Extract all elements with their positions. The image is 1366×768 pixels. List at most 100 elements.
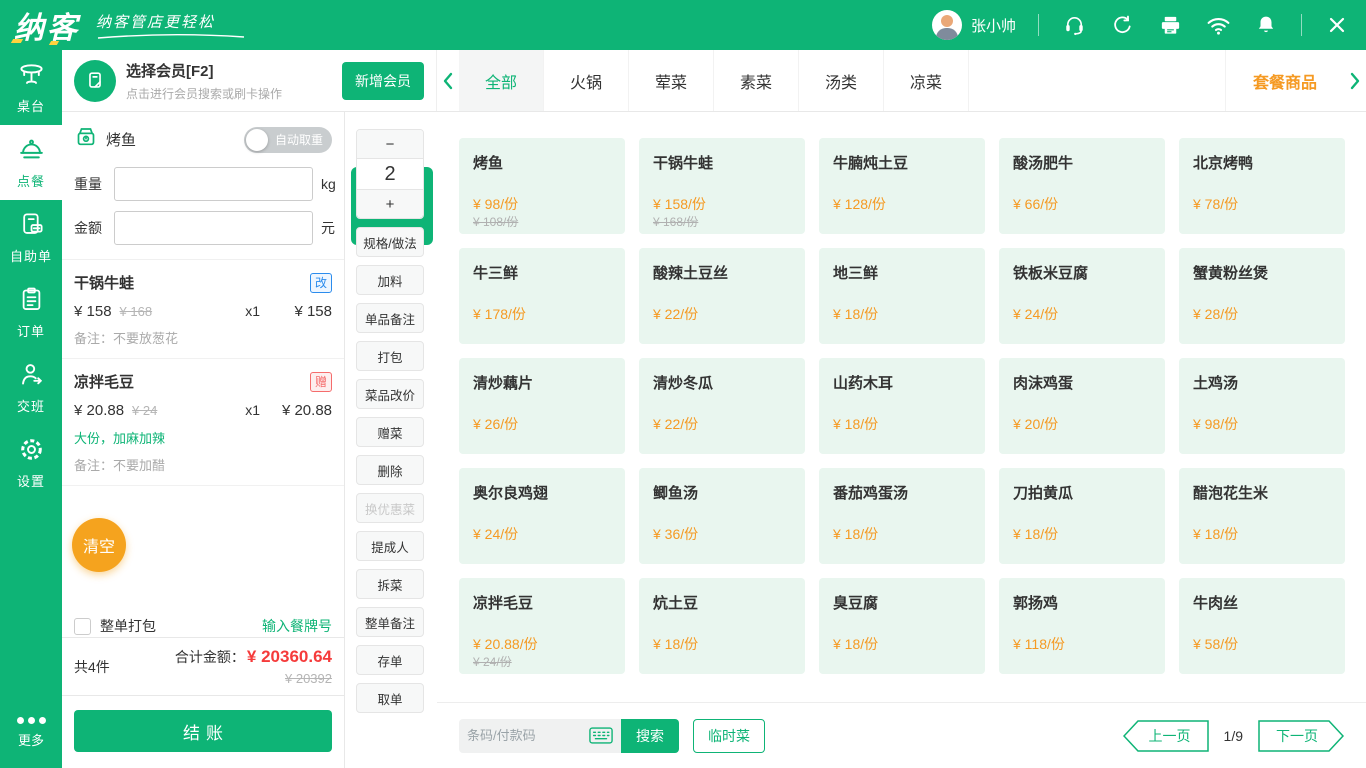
add-member-button[interactable]: 新增会员 [342, 62, 424, 100]
menu-card[interactable]: 蟹黄粉丝煲¥ 28/份 [1179, 248, 1345, 344]
order-item[interactable]: 凉拌毛豆 赠 ¥ 20.88 ¥ 24 x1 ¥ 20.88 大份，加麻加辣 备… [62, 359, 344, 486]
cloud-sync-icon[interactable] [1109, 12, 1135, 38]
notification-bell-icon[interactable] [1253, 12, 1279, 38]
sidebar-item-tables[interactable]: 桌台 [0, 50, 62, 125]
dish-name: 牛肉丝 [1193, 592, 1331, 613]
menu-card[interactable]: 番茄鸡蛋汤¥ 18/份 [819, 468, 985, 564]
menu-card[interactable]: 臭豆腐¥ 18/份 [819, 578, 985, 674]
tab-combo-products[interactable]: 套餐商品 [1226, 50, 1344, 111]
dish-orig-price: ¥ 24/份 [473, 653, 512, 670]
sidebar-item-more[interactable]: 更多 [0, 698, 62, 768]
retrieve-order-button[interactable]: 取单 [356, 683, 424, 713]
dish-name: 土鸡汤 [1193, 372, 1331, 393]
cloche-icon [18, 136, 45, 166]
item-count: 共4件 [74, 657, 110, 677]
menu-card[interactable]: 土鸡汤¥ 98/份 [1179, 358, 1345, 454]
pack-button[interactable]: 打包 [356, 341, 424, 371]
gear-icon [18, 436, 45, 466]
menu-card[interactable]: 刀拍黄瓜¥ 18/份 [999, 468, 1165, 564]
menu-card[interactable]: 牛腩炖土豆¥ 128/份 [819, 138, 985, 234]
menu-card[interactable]: 山药木耳¥ 18/份 [819, 358, 985, 454]
menu-card[interactable]: 北京烤鸭¥ 78/份 [1179, 138, 1345, 234]
clear-order-button[interactable]: 清空 [72, 518, 126, 572]
menu-card[interactable]: 地三鲜¥ 18/份 [819, 248, 985, 344]
menu-card[interactable]: 郭扬鸡¥ 118/份 [999, 578, 1165, 674]
commission-person-button[interactable]: 提成人 [356, 531, 424, 561]
save-order-button[interactable]: 存单 [356, 645, 424, 675]
member-texts[interactable]: 选择会员[F2] 点击进行会员搜索或刷卡操作 [126, 60, 282, 102]
delete-button[interactable]: 删除 [356, 455, 424, 485]
tab-vegetable[interactable]: 素菜 [714, 50, 799, 111]
menu-card[interactable]: 凉拌毛豆¥ 20.88/份¥ 24/份 [459, 578, 625, 674]
quantity-stepper: − 2 + [356, 129, 424, 219]
menu-card[interactable]: 酸汤肥牛¥ 66/份 [999, 138, 1165, 234]
tab-soup[interactable]: 汤类 [799, 50, 884, 111]
menu-card[interactable]: 干锅牛蛙¥ 158/份¥ 168/份 [639, 138, 805, 234]
qty-value: 2 [357, 158, 423, 190]
menu-card[interactable]: 牛三鲜¥ 178/份 [459, 248, 625, 344]
tabs-scroll-left-icon[interactable] [437, 50, 459, 111]
next-page-button[interactable]: 下一页 [1258, 720, 1344, 752]
tabs-scroll-right-icon[interactable] [1344, 50, 1366, 111]
tab-cold[interactable]: 凉菜 [884, 50, 969, 111]
menu-card[interactable]: 醋泡花生米¥ 18/份 [1179, 468, 1345, 564]
sidebar-item-ordering[interactable]: 点餐 [0, 125, 62, 200]
menu-card[interactable]: 肉沫鸡蛋¥ 20/份 [999, 358, 1165, 454]
item-note-button[interactable]: 单品备注 [356, 303, 424, 333]
close-icon[interactable] [1324, 12, 1350, 38]
gift-dish-button[interactable]: 赠菜 [356, 417, 424, 447]
dish-price: ¥ 18/份 [833, 304, 878, 324]
tab-all[interactable]: 全部 [459, 50, 544, 111]
printer-icon[interactable] [1157, 12, 1183, 38]
search-button[interactable]: 搜索 [621, 719, 679, 753]
menu-card[interactable]: 奥尔良鸡翅¥ 24/份 [459, 468, 625, 564]
menu-grid: 烤鱼¥ 98/份¥ 108/份 干锅牛蛙¥ 158/份¥ 168/份 牛腩炖土豆… [437, 112, 1366, 702]
auto-weigh-toggle[interactable]: 自动取重 [244, 127, 332, 153]
keyboard-icon[interactable] [589, 727, 613, 744]
support-headset-icon[interactable] [1061, 12, 1087, 38]
barcode-input[interactable] [467, 728, 589, 743]
order-item-name: 凉拌毛豆 [74, 371, 134, 392]
split-dish-button[interactable]: 拆菜 [356, 569, 424, 599]
prev-page-button[interactable]: 上一页 [1123, 720, 1209, 752]
menu-area: 烤鱼¥ 98/份¥ 108/份 干锅牛蛙¥ 158/份¥ 168/份 牛腩炖土豆… [437, 112, 1366, 768]
weight-label: 重量 [74, 174, 106, 194]
page-indicator: 1/9 [1224, 728, 1243, 744]
add-ingredient-button[interactable]: 加料 [356, 265, 424, 295]
menu-card[interactable]: 炕土豆¥ 18/份 [639, 578, 805, 674]
dish-name: 清炒冬瓜 [653, 372, 791, 393]
tab-hotpot[interactable]: 火锅 [544, 50, 629, 111]
member-section[interactable]: 选择会员[F2] 点击进行会员搜索或刷卡操作 新增会员 [62, 50, 437, 111]
sidebar-item-orders[interactable]: 订单 [0, 275, 62, 350]
dish-price: ¥ 20.88/份 [473, 634, 538, 654]
sidebar-item-shift[interactable]: 交班 [0, 350, 62, 425]
table-icon [18, 61, 45, 91]
wifi-icon[interactable] [1205, 12, 1231, 38]
menu-card[interactable]: 清炒藕片¥ 26/份 [459, 358, 625, 454]
spec-method-button[interactable]: 规格/做法 [356, 227, 424, 257]
menu-card[interactable]: 烤鱼¥ 98/份¥ 108/份 [459, 138, 625, 234]
sidebar-item-selfservice[interactable]: 自助单 [0, 200, 62, 275]
qty-minus-button[interactable]: − [357, 130, 423, 158]
order-note-button[interactable]: 整单备注 [356, 607, 424, 637]
user-chip[interactable]: 张小帅 [932, 10, 1016, 40]
checkout-button[interactable]: 结账 [74, 710, 332, 752]
pack-whole-order-checkbox[interactable] [74, 618, 91, 635]
tab-meat[interactable]: 荤菜 [629, 50, 714, 111]
amount-input[interactable] [114, 211, 313, 245]
order-item[interactable]: 干锅牛蛙 改 ¥ 158 ¥ 168 x1 ¥ 158 备注：不要放葱花 [62, 260, 344, 359]
enter-table-number-link[interactable]: 输入餐牌号 [262, 616, 332, 636]
temp-dish-button[interactable]: 临时菜 [693, 719, 765, 753]
weight-input[interactable] [114, 167, 313, 201]
order-item-price: ¥ 20.88 [74, 402, 124, 419]
menu-card[interactable]: 牛肉丝¥ 58/份 [1179, 578, 1345, 674]
change-price-button[interactable]: 菜品改价 [356, 379, 424, 409]
menu-card[interactable]: 酸辣土豆丝¥ 22/份 [639, 248, 805, 344]
menu-card[interactable]: 铁板米豆腐¥ 24/份 [999, 248, 1165, 344]
qty-plus-button[interactable]: + [357, 190, 423, 218]
menu-card[interactable]: 鲫鱼汤¥ 36/份 [639, 468, 805, 564]
sidebar-item-settings[interactable]: 设置 [0, 425, 62, 500]
scale-icon [74, 125, 98, 154]
dish-name: 郭扬鸡 [1013, 592, 1151, 613]
menu-card[interactable]: 清炒冬瓜¥ 22/份 [639, 358, 805, 454]
